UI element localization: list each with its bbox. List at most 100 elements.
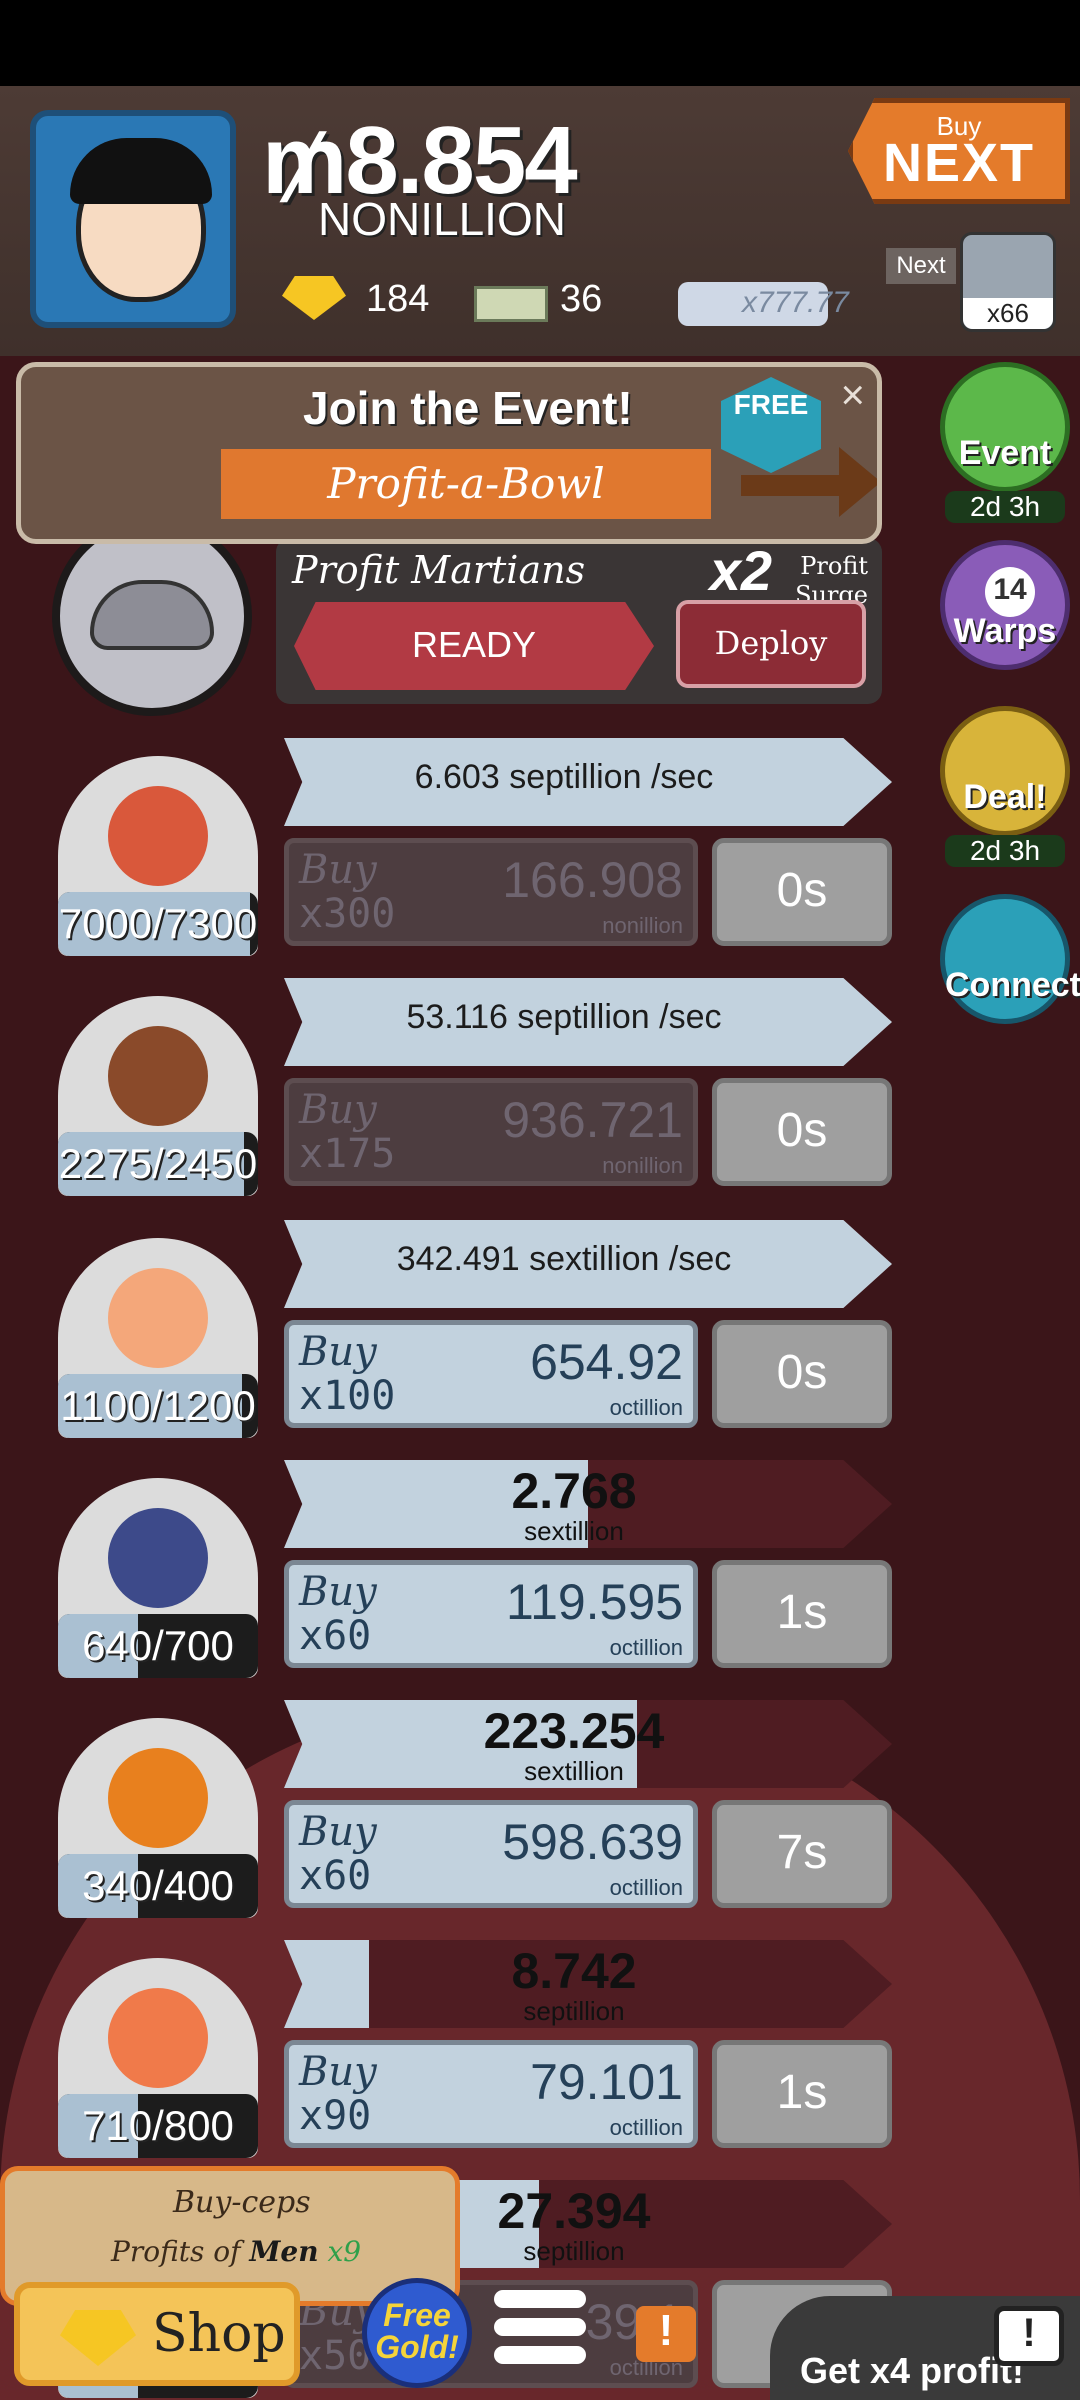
business-picture [108, 1988, 208, 2088]
event-banner[interactable]: Join the Event! Profit-a-Bowl FREE × [16, 362, 882, 544]
shop-button[interactable]: Shop [14, 2282, 300, 2386]
buy-label: Buy [299, 1569, 377, 1615]
buy-cost: 119.595 [505, 1574, 683, 1630]
buy-quantity: x90 [299, 2093, 372, 2139]
buy-quantity: x60 [299, 1853, 372, 1899]
buy-business-button[interactable]: Buy x300 166.908 nonillion [284, 838, 698, 946]
buy-quantity: x175 [299, 1131, 396, 1177]
ufo-manager-icon [52, 516, 252, 716]
deal-side-button[interactable]: Deal! 2d 3h [940, 706, 1070, 867]
business-earning-unit: septillion [523, 1996, 625, 2026]
buy-cost: 654.92 [530, 1334, 683, 1390]
connect-side-label: Connect [945, 966, 1080, 1004]
buy-quantity: x100 [299, 1373, 396, 1419]
buy-business-button[interactable]: Buy x60 598.639 octillion [284, 1800, 698, 1908]
buy-cost: 166.908 [502, 852, 683, 908]
buy-quantity: x300 [299, 891, 396, 937]
business-count-text: 710/800 [82, 2102, 234, 2149]
business-progress-bar[interactable]: 223.254 sextillion [284, 1700, 892, 1788]
surge-multiplier: x2 [709, 539, 772, 602]
next-manager-preview[interactable]: x66 [960, 232, 1056, 332]
business-count: 7000/7300 [58, 892, 258, 956]
business-progress-bar[interactable]: 2.768 sextillion [284, 1460, 892, 1548]
business-count-text: 340/400 [82, 1862, 234, 1909]
business-row: 2275/2450 53.116 septillion /sec Buy x175 93… [0, 976, 900, 1206]
business-rate: 6.603 septillion /sec [414, 758, 714, 796]
buy-quantity: x60 [299, 1613, 372, 1659]
buy-business-button[interactable]: Buy x90 79.101 octillion [284, 2040, 698, 2148]
menu-icon[interactable] [494, 2290, 586, 2380]
free-gold-label-2: Gold! [375, 2329, 459, 2365]
warps-side-button[interactable]: 14 Warps [940, 540, 1070, 670]
business-progress-bar[interactable]: 6.603 septillion /sec [284, 738, 892, 826]
event-title: Join the Event! [303, 382, 633, 434]
event-subtitle: Profit-a-Bowl [221, 449, 711, 519]
shop-label: Shop [152, 2304, 286, 2364]
buy-cost-unit: octillion [609, 1875, 683, 1900]
business-row: 340/400 223.254 sextillion Buy x60 598.639 oct… [0, 1698, 900, 1928]
buy-next-button[interactable]: Buy NEXT [848, 98, 1070, 204]
business-timer: 1s [712, 1560, 892, 1668]
business-timer: 0s [712, 1078, 892, 1186]
ufo-body [90, 580, 214, 650]
buy-business-button[interactable]: Buy x60 119.595 octillion [284, 1560, 698, 1668]
business-progress-bar[interactable]: 53.116 septillion /sec [284, 978, 892, 1066]
business-timer: 7s [712, 1800, 892, 1908]
business-rate: 53.116 septillion /sec [406, 998, 722, 1036]
deploy-button[interactable]: Deploy [676, 600, 866, 688]
next-multiplier: x66 [963, 298, 1053, 329]
buy-cost-unit: octillion [609, 1395, 683, 1420]
business-timer: 0s [712, 1320, 892, 1428]
business-progress-bar[interactable]: 342.491 sextillion /sec [284, 1220, 892, 1308]
event-side-timer: 2d 3h [945, 491, 1065, 523]
get-profit-label: Get x4 profit! [800, 2350, 1025, 2391]
buy-cost-unit: nonillion [602, 1153, 683, 1178]
gold-gem-icon [60, 2310, 136, 2366]
business-picture [108, 1026, 208, 1126]
buy-cost-unit: nonillion [602, 913, 683, 938]
next-label: Next [886, 248, 956, 284]
megabucks-count: 36 [560, 278, 603, 320]
event-side-button[interactable]: Event 2d 3h [940, 362, 1070, 523]
alert-icon[interactable]: ! [636, 2306, 696, 2362]
business-earning-unit: sextillion [524, 1756, 624, 1786]
buy-cost-unit: octillion [609, 2115, 683, 2140]
buy-business-button[interactable]: Buy x100 654.92 octillion [284, 1320, 698, 1428]
business-count: 340/400 [58, 1854, 258, 1918]
business-row: 710/800 8.742 septillion Buy x90 79.101 octill… [0, 1938, 900, 2168]
business-count: 640/700 [58, 1614, 258, 1678]
header: ₥8.854 NONILLION 184 36 x777.77 Buy NEXT… [0, 86, 1080, 356]
business-earning: 8.742 [511, 1943, 637, 1999]
business-picture [108, 1508, 208, 1608]
free-gold-button[interactable]: Free Gold! [362, 2278, 472, 2388]
upgrade-title: Buy-ceps [173, 2185, 311, 2220]
business-row: 1100/1200 342.491 sextillion /sec Buy x100 6… [0, 1218, 900, 1448]
buy-label: Buy [299, 1809, 377, 1855]
buy-label: Buy [299, 2049, 377, 2095]
megabucks-icon [474, 286, 548, 322]
business-count-text: 7000/7300 [58, 900, 258, 947]
gold-icon [282, 276, 346, 320]
buy-business-button[interactable]: Buy x175 936.721 nonillion [284, 1078, 698, 1186]
business-rate: 342.491 sextillion /sec [396, 1240, 732, 1278]
buy-label: Buy [299, 1087, 377, 1133]
ready-button[interactable]: READY [294, 602, 654, 690]
buy-label: Buy [299, 847, 377, 893]
business-picture [108, 1268, 208, 1368]
business-count-text: 1100/1200 [60, 1382, 256, 1429]
close-icon[interactable]: × [840, 371, 865, 419]
connect-side-button[interactable]: Connect [940, 894, 1080, 1024]
megabucks-rate[interactable]: x777.77 [678, 282, 849, 326]
business-count: 710/800 [58, 2094, 258, 2158]
business-count: 1100/1200 [58, 1374, 258, 1438]
bottom-bar: Shop Free Gold! ! Get x4 profit! ! [0, 2262, 1080, 2400]
buy-cost: 79.101 [530, 2054, 683, 2110]
tv-ad-icon[interactable]: ! [994, 2306, 1064, 2366]
business-progress-bar[interactable]: 8.742 septillion [284, 1940, 892, 2028]
gold-count: 184 [366, 278, 430, 320]
business-count-text: 2275/2450 [58, 1140, 258, 1187]
buy-next-big-label: NEXT [882, 133, 1036, 193]
business-timer: 0s [712, 838, 892, 946]
player-avatar[interactable] [30, 110, 236, 328]
free-gold-label-1: Free [383, 2297, 451, 2333]
